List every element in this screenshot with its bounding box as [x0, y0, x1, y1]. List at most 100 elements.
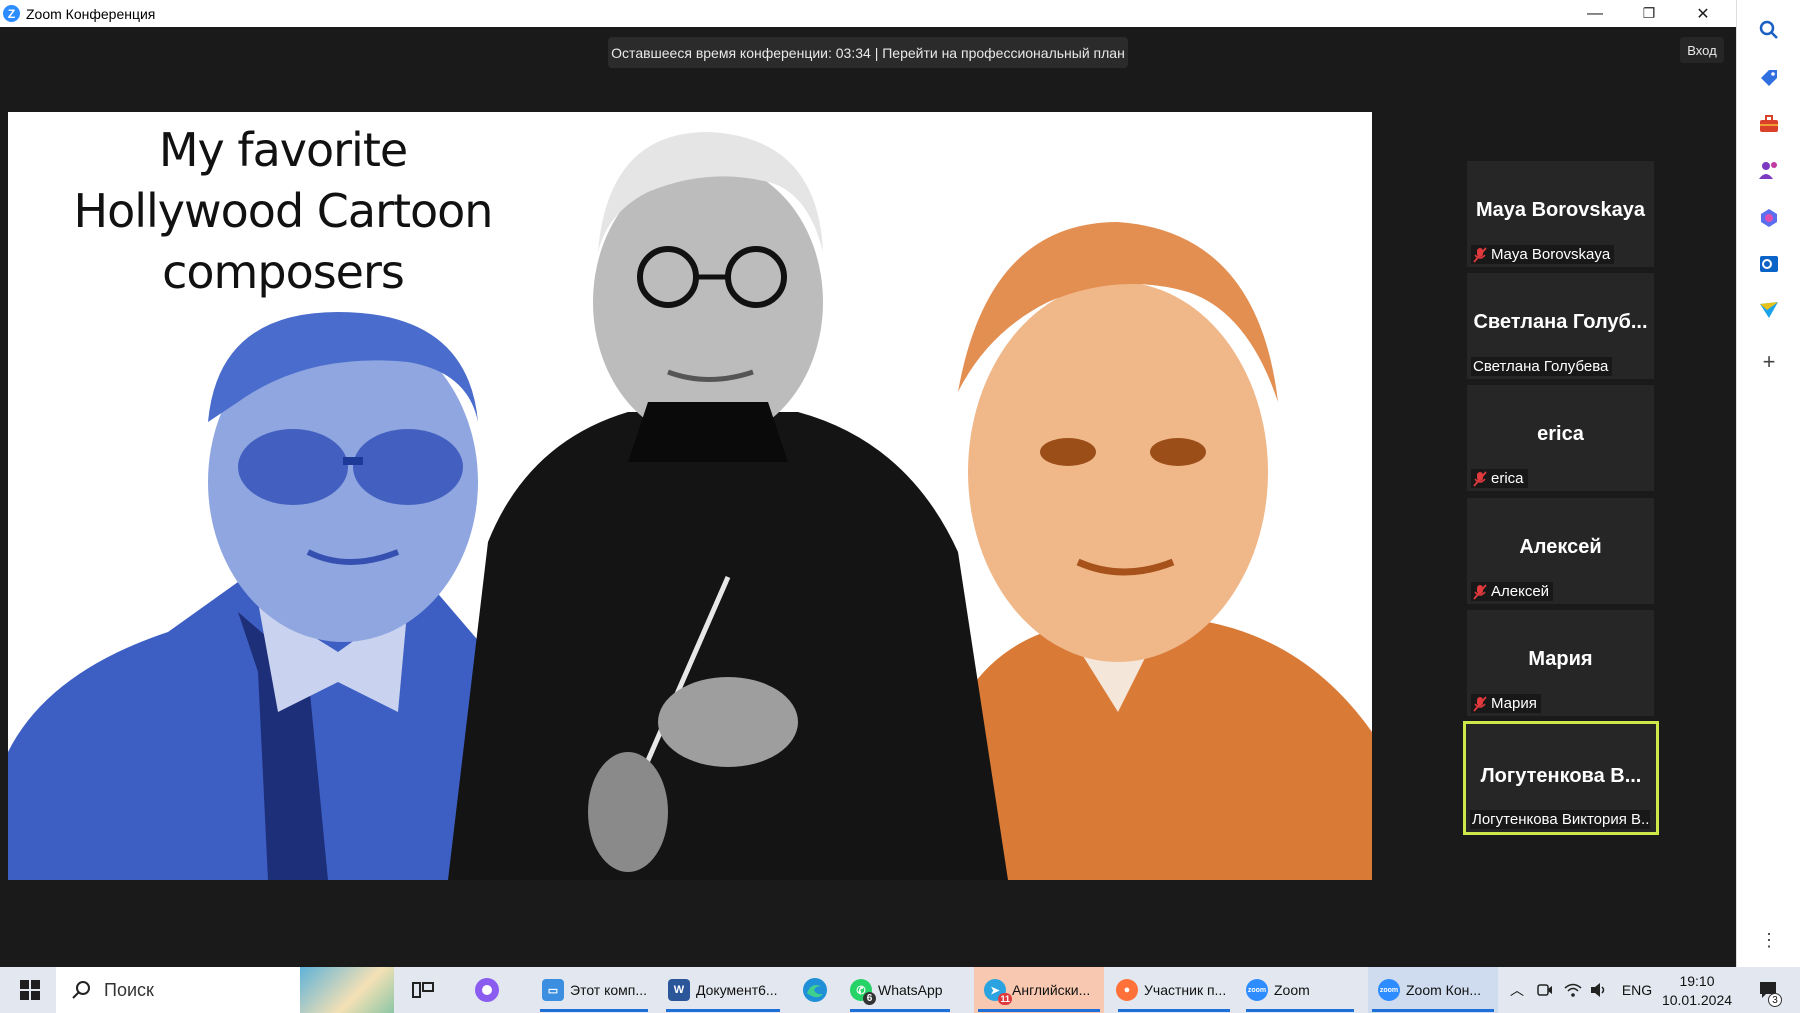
participant-display-name: Логутенкова В...: [1480, 765, 1642, 787]
unread-badge: 6: [863, 992, 876, 1005]
start-button[interactable]: [16, 967, 44, 1013]
taskbar-app-label: Этот комп...: [570, 982, 648, 998]
mic-muted-icon: [1473, 695, 1487, 712]
search-icon[interactable]: [1757, 18, 1781, 42]
login-button[interactable]: Вход: [1680, 37, 1724, 63]
edge-icon: [803, 978, 827, 1002]
taskbar-app-zoom[interactable]: zoom Zoom: [1242, 967, 1358, 1013]
tray-language-button[interactable]: ENG: [1620, 967, 1654, 1013]
windows-taskbar: Поиск ▭ Этот комп... W Документ6... ✆ 6 …: [0, 967, 1800, 1013]
taskbar-app-label: WhatsApp: [878, 982, 943, 998]
copilot-icon[interactable]: [1757, 206, 1781, 230]
slide-title: My favorite Hollywood Cartoon composers: [18, 120, 548, 303]
tray-volume-button[interactable]: [1588, 967, 1610, 1013]
maximize-button[interactable]: ❐: [1622, 0, 1676, 27]
people-icon[interactable]: [1757, 158, 1781, 182]
taskbar-app-label: Zoom: [1274, 982, 1310, 998]
zoom-logo-icon: Z: [3, 5, 20, 22]
speaker-icon: [1591, 983, 1605, 997]
edge-sidebar: + ⋮: [1736, 0, 1800, 967]
participant-name-tag: Логутенкова Виктория В...: [1470, 810, 1650, 829]
search-highlight-image: [300, 967, 394, 1013]
participant-tile[interactable]: erica erica: [1467, 385, 1654, 491]
taskbar-app-explorer[interactable]: ▭ Этот комп...: [536, 967, 652, 1013]
taskbar-app-label: Zoom Кон...: [1406, 982, 1482, 998]
taskbar-app-label: Документ6...: [696, 982, 778, 998]
meeting-area: Оставшееся время конференции: 03:34 | Пе…: [0, 27, 1736, 967]
taskbar-app-firefox[interactable]: ● Участник п...: [1114, 967, 1234, 1013]
taskbar-app-whatsapp[interactable]: ✆ 6 WhatsApp: [846, 967, 954, 1013]
send-icon[interactable]: [1757, 298, 1781, 322]
slide-title-line-1: My favorite: [158, 123, 408, 177]
more-icon[interactable]: ⋮: [1757, 928, 1781, 952]
taskbar-app-label: Участник п...: [1144, 982, 1227, 998]
close-icon: ✕: [1696, 5, 1710, 23]
outlook-icon[interactable]: [1757, 252, 1781, 276]
task-view-icon: [412, 982, 434, 998]
restore-icon: ❐: [1642, 5, 1656, 21]
banner-text: Оставшееся время конференции: 03:34 | Пе…: [611, 44, 1125, 61]
taskbar-app-telegram[interactable]: ➤ 11 Английски...: [974, 967, 1104, 1013]
search-icon: [72, 981, 90, 999]
participant-name: Светлана Голубева: [1473, 358, 1609, 375]
close-button[interactable]: ✕: [1676, 0, 1730, 27]
notifications-button[interactable]: 3: [1752, 967, 1784, 1013]
participant-tile[interactable]: Светлана Голуб... Светлана Голубева: [1467, 273, 1654, 379]
participant-tile-active-speaker[interactable]: Логутенкова В... Логутенкова Виктория В.…: [1463, 721, 1659, 835]
plus-icon[interactable]: +: [1757, 349, 1781, 374]
chevron-up-icon: ︿: [1510, 982, 1524, 998]
wifi-icon: [1564, 983, 1582, 997]
tray-overflow-button[interactable]: ︿: [1506, 967, 1528, 1013]
participant-tile[interactable]: Мария Мария: [1467, 610, 1654, 716]
participant-name-tag: Светлана Голубева: [1471, 357, 1613, 376]
participant-name: Maya Borovskaya: [1491, 246, 1611, 263]
briefcase-icon[interactable]: [1757, 112, 1781, 136]
computer-icon: ▭: [542, 979, 564, 1001]
clock-date: 10.01.2024: [1661, 992, 1733, 1008]
assistant-icon: [475, 978, 499, 1002]
participant-display-name: Maya Borovskaya: [1476, 199, 1645, 221]
search-placeholder: Поиск: [104, 979, 154, 1000]
participant-name: Мария: [1491, 695, 1537, 712]
firefox-icon: ●: [1116, 979, 1138, 1001]
taskbar-app-edge[interactable]: [798, 967, 832, 1013]
mic-muted-icon: [1473, 470, 1487, 487]
tray-network-button[interactable]: [1562, 967, 1584, 1013]
minimize-icon: —: [1587, 4, 1603, 22]
participant-display-name: erica: [1537, 423, 1584, 445]
participant-name-tag: Maya Borovskaya: [1471, 245, 1615, 264]
time-remaining-banner[interactable]: Оставшееся время конференции: 03:34 | Пе…: [608, 37, 1128, 68]
participant-name-tag: Мария: [1471, 694, 1541, 713]
window-title: Zoom Конференция: [26, 5, 156, 22]
mic-muted-icon: [1473, 583, 1487, 600]
language-indicator: ENG: [1621, 982, 1653, 998]
taskbar-clock[interactable]: 19:10 10.01.2024: [1652, 972, 1742, 1010]
cortana-button[interactable]: [472, 967, 502, 1013]
participant-name-tag: erica: [1471, 469, 1528, 488]
task-view-button[interactable]: [408, 967, 438, 1013]
taskbar-search-input[interactable]: Поиск: [56, 967, 394, 1013]
taskbar-app-label: Английски...: [1012, 982, 1091, 998]
taskbar-app-zoom-meeting[interactable]: zoom Zoom Кон...: [1368, 967, 1498, 1013]
tray-meet-button[interactable]: [1534, 967, 1556, 1013]
word-icon: W: [668, 979, 690, 1001]
taskbar-app-word[interactable]: W Документ6...: [662, 967, 784, 1013]
participant-tile[interactable]: Maya Borovskaya Maya Borovskaya: [1467, 161, 1654, 267]
participant-display-name: Светлана Голуб...: [1473, 311, 1648, 333]
tag-icon[interactable]: [1757, 66, 1781, 90]
window-titlebar: Z Zoom Конференция — ❐ ✕: [0, 0, 1736, 27]
notification-count-badge: 3: [1768, 993, 1782, 1007]
unread-badge: 11: [998, 993, 1012, 1005]
camera-icon: [1537, 984, 1552, 996]
minimize-button[interactable]: —: [1568, 0, 1622, 27]
zoom-icon: zoom: [1246, 979, 1268, 1001]
participant-tile[interactable]: Алексей Алексей: [1467, 498, 1654, 604]
mic-muted-icon: [1473, 246, 1487, 263]
slide-title-line-3: composers: [162, 245, 405, 299]
participant-display-name: Мария: [1528, 648, 1593, 670]
login-label: Вход: [1687, 42, 1717, 58]
participant-name: erica: [1491, 470, 1524, 487]
zoom-icon: zoom: [1378, 979, 1400, 1001]
telegram-icon: ➤ 11: [984, 979, 1012, 1005]
whatsapp-icon: ✆ 6: [850, 979, 876, 1005]
